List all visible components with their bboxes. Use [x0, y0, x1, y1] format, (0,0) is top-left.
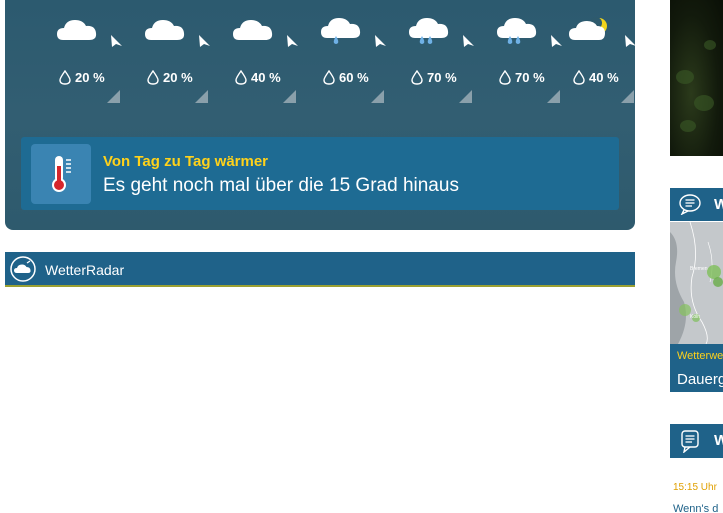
message-icon [681, 430, 699, 453]
forecast-slot[interactable]: 20 % [25, 0, 122, 110]
cloud-icon [145, 20, 185, 40]
wetterradar-header[interactable]: WetterRadar [5, 252, 635, 287]
raindrop-icon [499, 70, 511, 85]
notice-headline: Von Tag zu Tag wärmer [103, 153, 269, 170]
news-feed-header[interactable]: W [670, 424, 723, 458]
card-header-title: W [714, 196, 723, 213]
map-city-label: Bremen [690, 266, 708, 272]
page: 20 % 20 % 40 % 60 % 70 % 70 % 40 % Von T… [0, 0, 723, 513]
card-kicker: Wetterwe [677, 350, 723, 362]
precipitation-probability: 40 % [589, 70, 619, 85]
card-header-title: W [714, 432, 723, 449]
map-graphic [670, 222, 723, 344]
hourly-forecast-panel: 20 % 20 % 40 % 60 % 70 % 70 % 40 % Von T… [5, 0, 635, 230]
forecast-slot[interactable]: 40 % [539, 0, 635, 110]
forecast-slot[interactable]: 20 % [113, 0, 210, 110]
card-title: Dauerg [677, 371, 723, 388]
cloud-drizzle-icon [321, 18, 361, 44]
precipitation-probability: 20 % [163, 70, 193, 85]
precipitation-probability: 60 % [339, 70, 369, 85]
raindrop-icon [147, 70, 159, 85]
precipitation-probability: 40 % [251, 70, 281, 85]
section-title: WetterRadar [45, 262, 125, 278]
raindrop-icon [59, 70, 71, 85]
thermometer-icon [52, 156, 71, 192]
news-timestamp: 15:15 Uhr [673, 482, 717, 493]
precipitation-probability: 20 % [75, 70, 105, 85]
raindrop-icon [573, 70, 585, 85]
cloud-moon-icon [569, 17, 607, 40]
cloud-rain-icon [409, 18, 449, 44]
forecast-slot[interactable]: 70 % [377, 0, 474, 110]
cloud-rain-icon [497, 18, 537, 44]
map-city-label: Köln [690, 314, 701, 320]
message-icon [679, 194, 701, 215]
wind-direction-icon [625, 35, 635, 47]
notice-subline: Es geht noch mal über die 15 Grad hinaus [103, 175, 459, 196]
news-card-caption[interactable]: Wetterwe Dauerg [670, 344, 723, 392]
precipitation-probability: 70 % [427, 70, 457, 85]
radar-cloud-icon [10, 256, 36, 282]
cloud-icon [233, 20, 273, 40]
news-card-header[interactable]: W [670, 188, 723, 221]
forecast-slot[interactable]: 40 % [201, 0, 298, 110]
expand-corner-icon[interactable] [621, 90, 634, 103]
cloud-icon [57, 20, 97, 40]
thermometer-icon-box [31, 144, 91, 204]
raindrop-icon [323, 70, 335, 85]
raindrop-icon [411, 70, 423, 85]
raindrop-icon [235, 70, 247, 85]
news-teaser-link[interactable]: Wenn's d [673, 503, 723, 513]
weather-map-thumbnail[interactable]: Bremen Köln [670, 222, 723, 344]
teaser-photo[interactable] [670, 0, 723, 156]
weather-notice-banner[interactable]: Von Tag zu Tag wärmer Es geht noch mal ü… [21, 137, 619, 210]
forecast-slot[interactable]: 60 % [289, 0, 386, 110]
forecast-slot[interactable]: 70 % [465, 0, 562, 110]
